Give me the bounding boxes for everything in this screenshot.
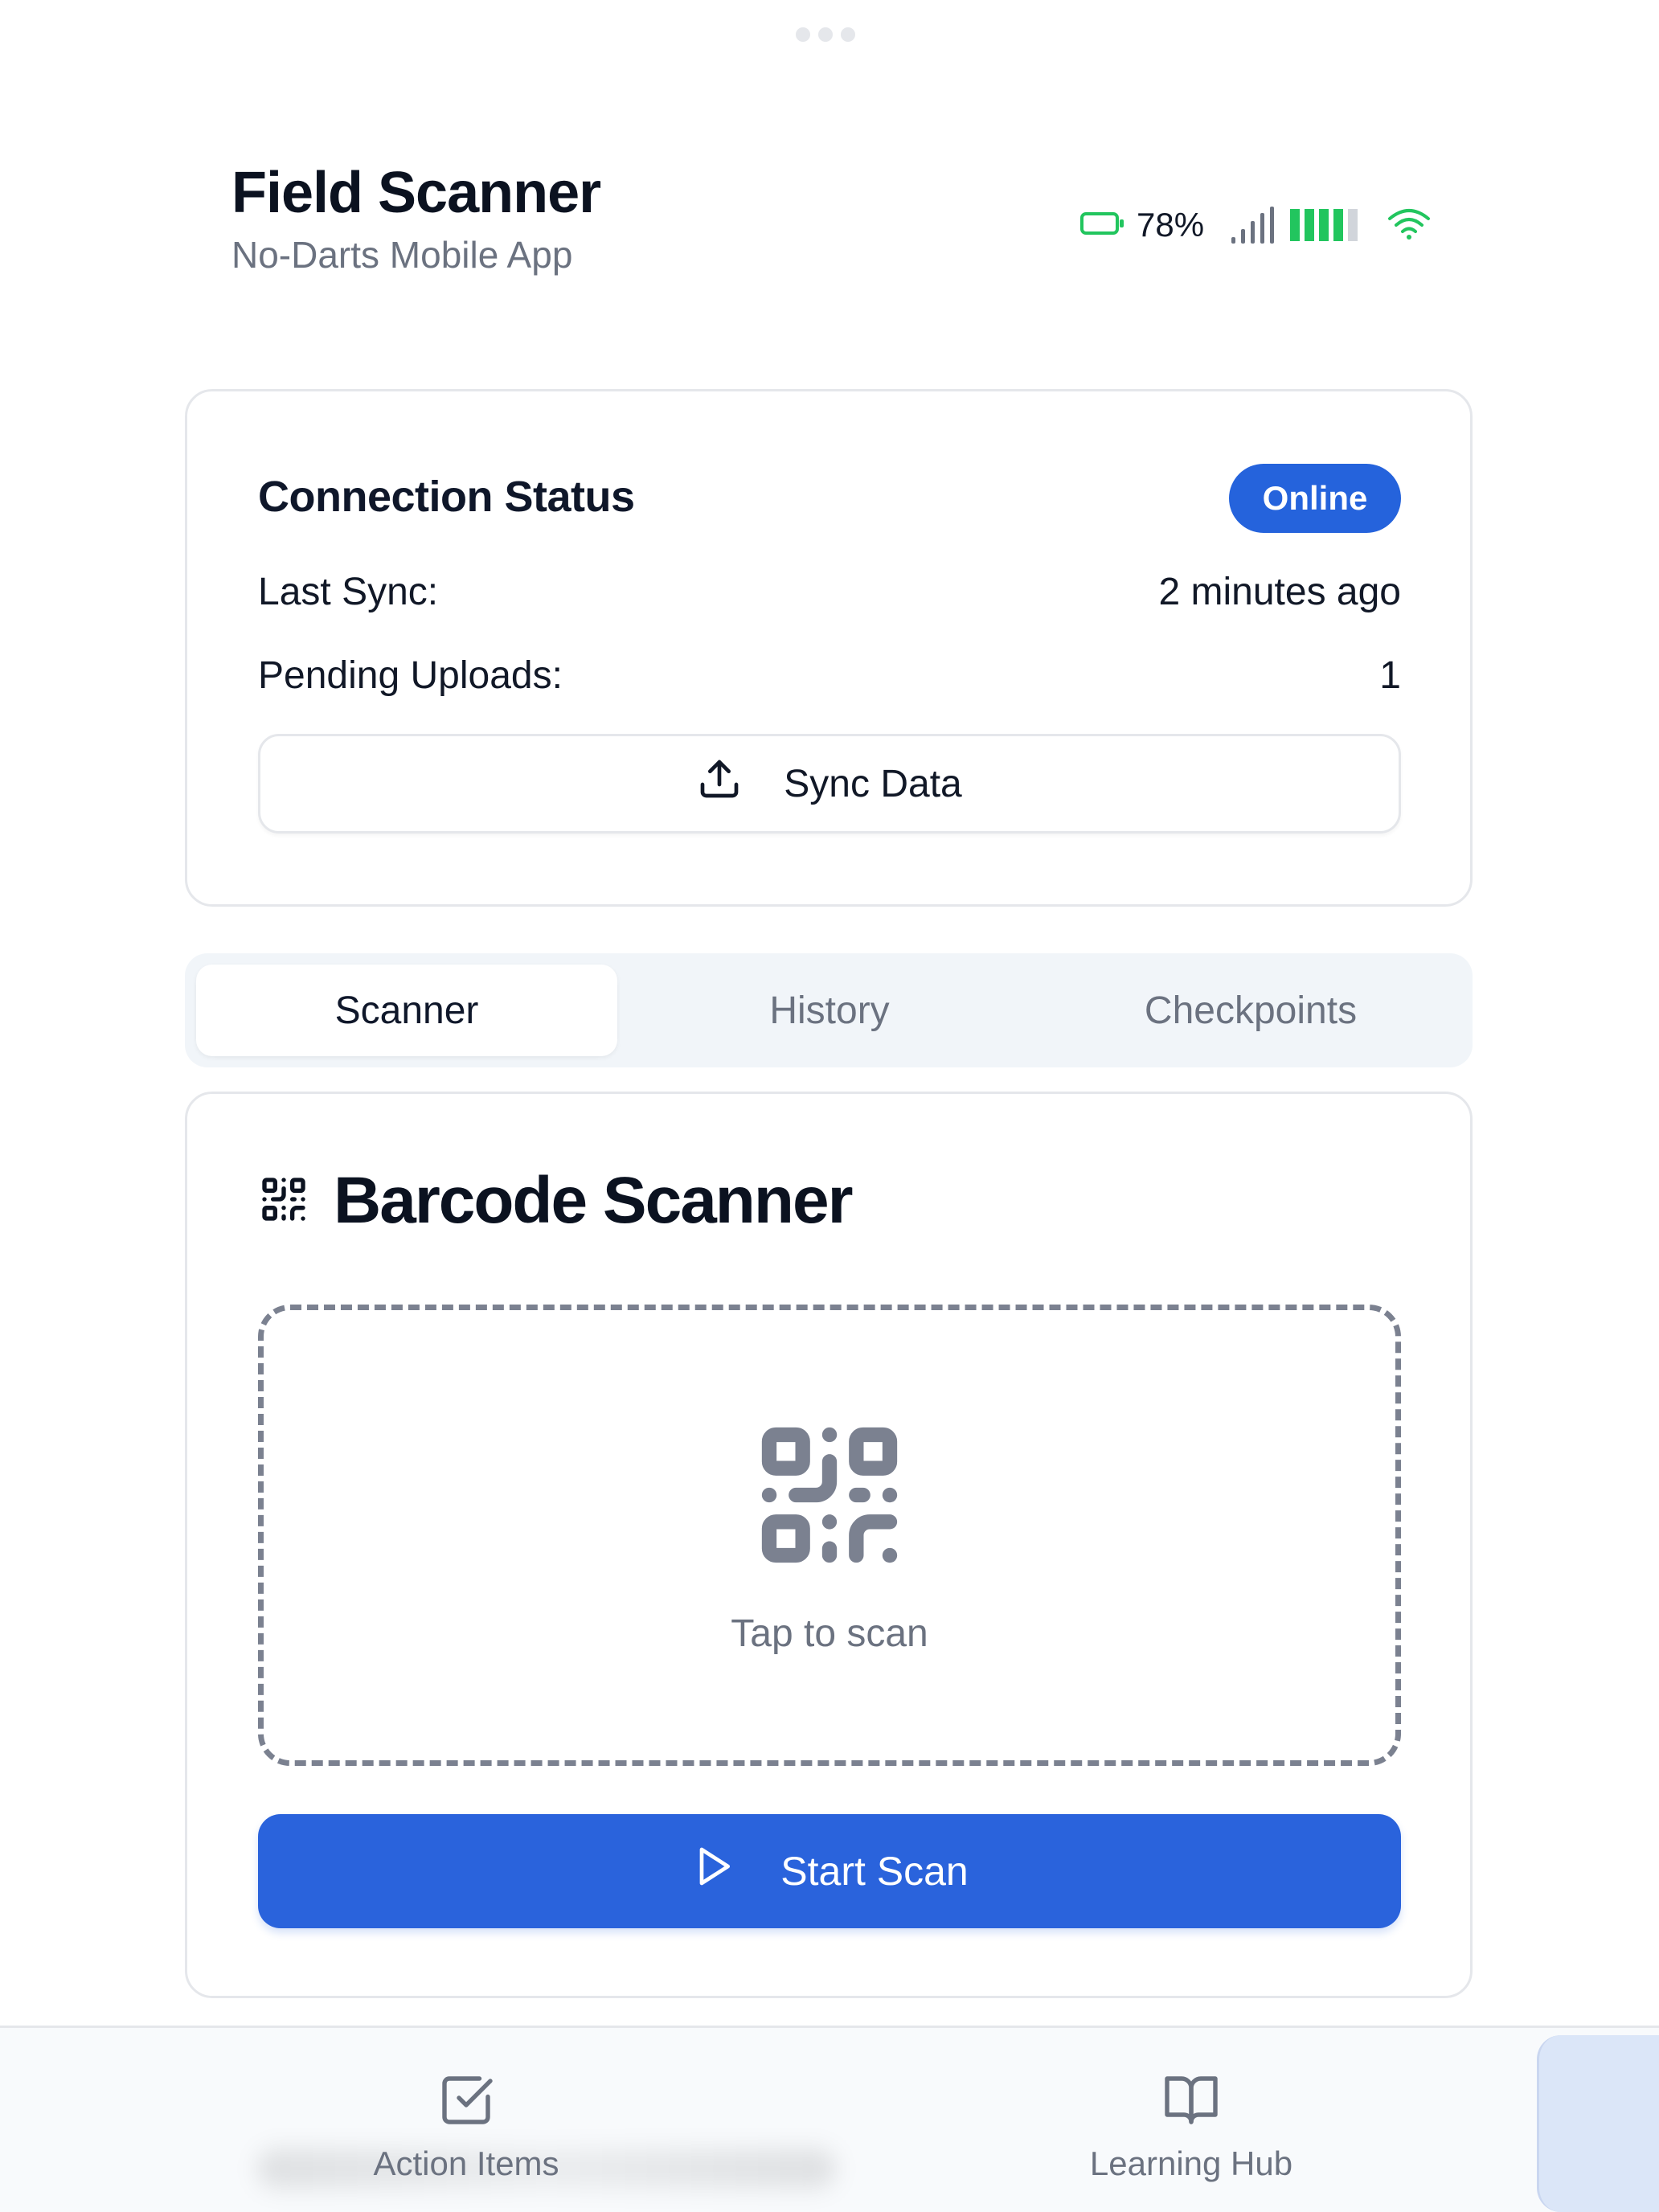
sync-data-label: Sync Data	[784, 762, 962, 805]
connection-status-card: Connection Status Online Last Sync: 2 mi…	[185, 389, 1473, 907]
battery-icon	[1080, 211, 1125, 240]
device-status-bar: 78%	[1080, 203, 1432, 248]
pending-uploads-label: Pending Uploads:	[258, 654, 563, 697]
barcode-scanner-card: Barcode Scanner Tap to scan Start Scan	[185, 1092, 1473, 1998]
app-header: Field Scanner No-Darts Mobile App	[231, 158, 601, 276]
bottom-navigation: Action Items Learning Hub	[0, 2026, 1659, 2212]
battery-percent: 78%	[1137, 206, 1205, 244]
play-icon	[690, 1844, 735, 1899]
pending-uploads-row: Pending Uploads: 1	[258, 653, 1401, 698]
sync-data-button[interactable]: Sync Data	[258, 734, 1401, 834]
nav-item-active-tab[interactable]	[1537, 2035, 1659, 2212]
book-icon	[1162, 2071, 1220, 2133]
status-badge: Online	[1229, 464, 1401, 533]
signal-strength-icon	[1290, 209, 1358, 241]
drag-dot	[841, 27, 855, 42]
pending-uploads-value: 1	[1379, 654, 1401, 697]
tab-history[interactable]: History	[619, 965, 1040, 1056]
drag-dot	[796, 27, 810, 42]
checkbox-icon	[437, 2071, 495, 2133]
app-title: Field Scanner	[231, 161, 601, 225]
scan-area[interactable]: Tap to scan	[258, 1305, 1401, 1766]
wifi-icon	[1387, 206, 1432, 245]
nav-item-action-items[interactable]: Action Items	[305, 2071, 627, 2183]
connection-status-title: Connection Status	[258, 473, 635, 521]
app-subtitle: No-Darts Mobile App	[231, 234, 573, 276]
nav-item-learning-hub[interactable]: Learning Hub	[1030, 2071, 1352, 2183]
tab-scanner[interactable]: Scanner	[196, 965, 617, 1056]
last-sync-label: Last Sync:	[258, 571, 439, 613]
upload-icon	[697, 756, 742, 811]
last-sync-row: Last Sync: 2 minutes ago	[258, 570, 1401, 614]
last-sync-value: 2 minutes ago	[1158, 571, 1401, 613]
start-scan-label: Start Scan	[780, 1849, 969, 1894]
window-drag-handle[interactable]	[796, 27, 855, 42]
qr-code-icon	[749, 1415, 910, 1579]
tab-checkpoints[interactable]: Checkpoints	[1040, 965, 1461, 1056]
scanner-title: Barcode Scanner	[334, 1164, 853, 1237]
nav-label-action-items: Action Items	[373, 2144, 559, 2182]
signal-bars-icon	[1231, 207, 1275, 244]
scanner-header: Barcode Scanner	[258, 1163, 853, 1239]
qr-code-icon	[258, 1174, 309, 1229]
tab-bar: Scanner History Checkpoints	[185, 953, 1473, 1067]
scan-hint: Tap to scan	[731, 1612, 928, 1655]
nav-label-learning-hub: Learning Hub	[1089, 2144, 1293, 2182]
start-scan-button[interactable]: Start Scan	[258, 1814, 1401, 1928]
drag-dot	[818, 27, 833, 42]
